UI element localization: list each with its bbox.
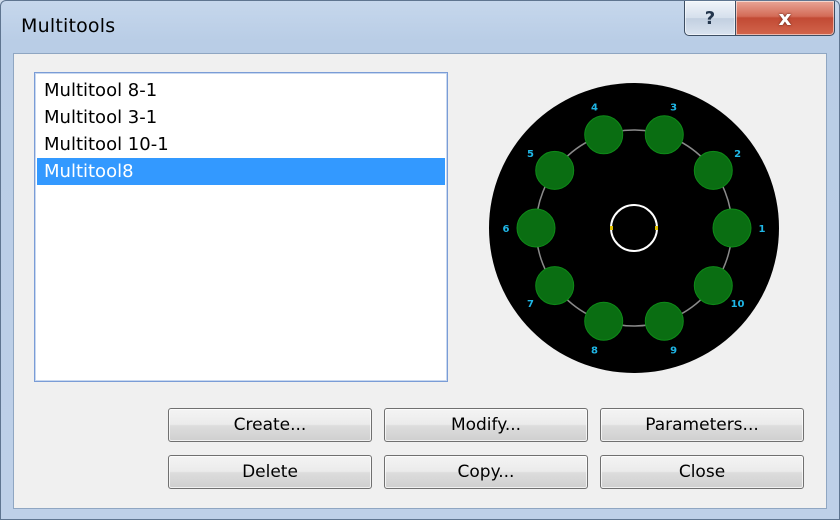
station-label: 7 <box>527 299 534 310</box>
list-item[interactable]: Multitool 8-1 <box>37 77 445 104</box>
station-label: 4 <box>591 102 598 113</box>
tool-station <box>584 301 624 341</box>
multitools-dialog: Multitools ? x Multitool 8-1 Multitool 3-… <box>0 0 840 520</box>
tool-station <box>693 150 733 190</box>
tool-station <box>535 150 575 190</box>
help-icon: ? <box>704 7 716 29</box>
station-label: 3 <box>670 102 677 113</box>
tool-station <box>516 208 556 248</box>
station-label: 8 <box>591 346 598 357</box>
copy-button[interactable]: Copy... <box>384 455 588 489</box>
modify-button[interactable]: Modify... <box>384 408 588 442</box>
parameters-button[interactable]: Parameters... <box>600 408 804 442</box>
list-item[interactable]: Multitool 10-1 <box>37 131 445 158</box>
tool-station <box>535 266 575 306</box>
dialog-body: Multitool 8-1 Multitool 3-1 Multitool 10-1… <box>13 53 827 509</box>
list-item[interactable]: Multitool8 <box>37 158 445 185</box>
station-label: 2 <box>734 149 741 160</box>
tool-station <box>693 266 733 306</box>
tool-station <box>584 115 624 155</box>
station-label: 9 <box>670 346 677 357</box>
center-marker <box>655 226 658 230</box>
window-title: Multitools <box>21 15 116 37</box>
delete-button[interactable]: Delete <box>168 455 372 489</box>
station-label: 5 <box>527 149 534 160</box>
station-label: 6 <box>503 224 510 235</box>
title-bar[interactable]: Multitools ? x <box>1 1 839 51</box>
list-item[interactable]: Multitool 3-1 <box>37 104 445 131</box>
tool-station <box>644 115 684 155</box>
tool-station <box>644 301 684 341</box>
window-close-button[interactable]: x <box>736 1 835 36</box>
caption-buttons: ? x <box>684 1 835 37</box>
create-button[interactable]: Create... <box>168 408 372 442</box>
help-button[interactable]: ? <box>684 1 736 36</box>
multitool-preview: 1 2 3 4 5 6 7 8 9 10 <box>489 83 779 373</box>
station-label: 10 <box>731 299 745 310</box>
close-button[interactable]: Close <box>600 455 804 489</box>
close-icon: x <box>778 6 792 30</box>
station-label: 1 <box>759 224 766 235</box>
tool-station <box>712 208 752 248</box>
center-marker <box>610 226 613 230</box>
multitool-list[interactable]: Multitool 8-1 Multitool 3-1 Multitool 10-1… <box>34 72 448 382</box>
